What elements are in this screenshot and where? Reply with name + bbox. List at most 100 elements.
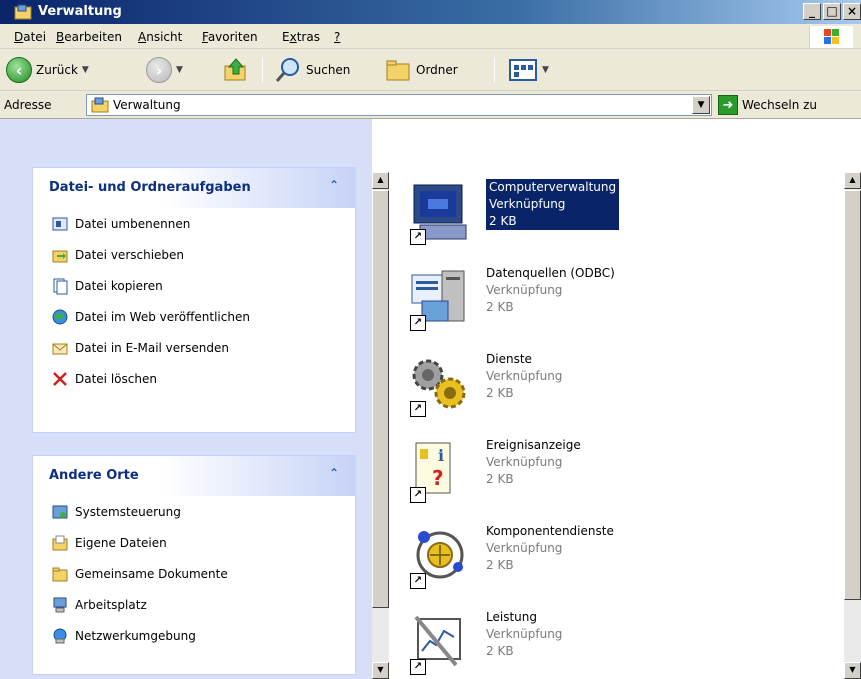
back-button[interactable]: ‹ Zurück ▼ xyxy=(6,55,89,85)
collapse-chevron-icon[interactable]: ⌃ xyxy=(329,178,339,192)
menu-ansicht[interactable]: Ansicht xyxy=(138,30,182,44)
chevron-down-icon[interactable]: ▼ xyxy=(82,65,89,75)
email-icon xyxy=(52,343,68,354)
task-copy[interactable]: Datei kopieren xyxy=(33,270,355,301)
address-value: Verwaltung xyxy=(113,98,181,112)
file-name: Komponentendienste xyxy=(486,524,614,538)
menu-extras[interactable]: Extras xyxy=(282,30,320,44)
move-icon xyxy=(52,250,68,262)
forward-button[interactable]: › ▼ xyxy=(146,55,183,85)
menu-bar: Datei Bearbeiten Ansicht Favoriten Extra… xyxy=(0,24,861,49)
minimize-button[interactable]: _ xyxy=(803,3,821,20)
other-places-panel: Andere Orte ⌃ Systemsteuerung Eigene Dat… xyxy=(32,455,356,675)
window-title: Verwaltung xyxy=(38,4,122,19)
file-size: 2 KB xyxy=(486,386,514,400)
panel-title: Datei- und Ordneraufgaben xyxy=(49,180,251,195)
scroll-down-button[interactable]: ▼ xyxy=(844,662,861,679)
file-type: Verknüpfung xyxy=(486,283,563,297)
shortcut-arrow-icon: ↗ xyxy=(410,401,426,417)
collapse-chevron-icon[interactable]: ⌃ xyxy=(329,466,339,480)
place-my-computer[interactable]: Arbeitsplatz xyxy=(33,589,355,620)
maximize-button[interactable]: □ xyxy=(823,3,841,20)
chevron-down-icon[interactable]: ▼ xyxy=(542,65,549,75)
address-input[interactable]: Verwaltung xyxy=(86,94,712,116)
place-control-panel[interactable]: Systemsteuerung xyxy=(33,496,355,527)
address-dropdown-button[interactable]: ▼ xyxy=(692,96,710,114)
file-folder-tasks-panel: Datei- und Ordneraufgaben ⌃ Datei umbene… xyxy=(32,167,356,433)
go-arrow-icon: ➜ xyxy=(718,95,738,115)
shortcut-arrow-icon: ↗ xyxy=(410,573,426,589)
place-my-documents[interactable]: Eigene Dateien xyxy=(33,527,355,558)
up-folder-button[interactable] xyxy=(222,55,250,85)
chevron-down-icon[interactable]: ▼ xyxy=(176,65,183,75)
scroll-up-button[interactable]: ▲ xyxy=(372,172,389,189)
control-panel-icon xyxy=(52,505,68,518)
menu-bearbeiten[interactable]: Bearbeiten xyxy=(56,30,122,44)
file-type: Verknüpfung xyxy=(486,369,563,383)
folders-button[interactable]: Ordner xyxy=(384,55,458,85)
title-bar: Verwaltung _ □ × xyxy=(0,0,861,24)
task-move[interactable]: Datei verschieben xyxy=(33,239,355,270)
file-item[interactable]: ↗ Komponentendienste Verknüpfung 2 KB xyxy=(406,523,686,603)
shortcut-arrow-icon: ↗ xyxy=(410,229,426,245)
delete-x-icon xyxy=(53,371,67,386)
taskpane-scrollbar[interactable]: ▲ ▼ xyxy=(372,172,389,679)
file-list: ↗ Computerverwaltung Verknüpfung 2 KB ↗ … xyxy=(390,119,844,679)
menu-favoriten[interactable]: Favoriten xyxy=(202,30,258,44)
panel-header[interactable]: Andere Orte ⌃ xyxy=(33,456,355,496)
toolbar-separator xyxy=(262,57,263,83)
rename-icon xyxy=(52,217,68,230)
scroll-down-button[interactable]: ▼ xyxy=(372,662,389,679)
back-label: Zurück xyxy=(36,63,78,77)
task-publish-web[interactable]: Datei im Web veröffentlichen xyxy=(33,301,355,332)
file-item[interactable]: i ? ↗ Ereignisanzeige Verknüpfung 2 KB xyxy=(406,437,686,517)
scroll-thumb[interactable] xyxy=(372,190,389,608)
file-type: Verknüpfung xyxy=(486,541,563,555)
folder-up-icon xyxy=(224,58,246,81)
file-size: 2 KB xyxy=(486,300,514,314)
views-button[interactable]: ▼ xyxy=(508,55,549,85)
file-name: Datenquellen (ODBC) xyxy=(486,266,615,280)
folders-icon xyxy=(386,60,410,81)
menu-datei[interactable]: Datei xyxy=(14,30,46,44)
scroll-up-button[interactable]: ▲ xyxy=(844,172,861,189)
search-icon xyxy=(275,58,299,82)
file-item[interactable]: ↗ Computerverwaltung Verknüpfung 2 KB xyxy=(406,179,686,259)
file-size: 2 KB xyxy=(486,644,514,658)
admin-tools-folder-icon xyxy=(14,4,32,20)
task-email[interactable]: Datei in E-Mail versenden xyxy=(33,332,355,363)
views-icon xyxy=(509,59,537,81)
address-label: Adresse xyxy=(4,98,52,112)
file-name: Ereignisanzeige xyxy=(486,438,581,452)
search-button[interactable]: Suchen xyxy=(274,55,350,85)
task-delete[interactable]: Datei löschen xyxy=(33,363,355,394)
go-button[interactable]: ➜ Wechseln zu xyxy=(718,95,817,115)
file-item[interactable]: ↗ Leistung Verknüpfung 2 KB xyxy=(406,609,686,679)
svg-text:?: ? xyxy=(432,466,444,490)
computer-icon xyxy=(53,597,67,612)
shortcut-arrow-icon: ↗ xyxy=(410,315,426,331)
close-button[interactable]: × xyxy=(843,3,861,20)
filelist-scrollbar[interactable]: ▲ ▼ xyxy=(844,172,861,679)
my-documents-icon xyxy=(52,535,68,550)
shortcut-arrow-icon: ↗ xyxy=(410,487,426,503)
search-label: Suchen xyxy=(306,63,351,77)
file-name: Computerverwaltung xyxy=(489,180,617,194)
address-bar: Adresse Verwaltung ▼ ➜ Wechseln zu xyxy=(0,91,861,119)
folders-label: Ordner xyxy=(416,63,458,77)
scroll-thumb[interactable] xyxy=(844,190,861,600)
file-item[interactable]: ↗ Datenquellen (ODBC) Verknüpfung 2 KB xyxy=(406,265,686,345)
place-shared-documents[interactable]: Gemeinsame Dokumente xyxy=(33,558,355,589)
file-type: Verknüpfung xyxy=(489,197,566,211)
windows-logo-icon xyxy=(809,26,853,48)
place-network[interactable]: Netzwerkumgebung xyxy=(33,620,355,651)
shared-folder-icon xyxy=(52,567,68,581)
file-type: Verknüpfung xyxy=(486,455,563,469)
menu-help[interactable]: ? xyxy=(334,30,340,44)
globe-icon xyxy=(52,309,68,324)
toolbar-separator xyxy=(494,57,495,83)
file-item[interactable]: ↗ Dienste Verknüpfung 2 KB xyxy=(406,351,686,431)
task-rename[interactable]: Datei umbenennen xyxy=(33,208,355,239)
forward-arrow-icon: › xyxy=(146,57,172,83)
panel-header[interactable]: Datei- und Ordneraufgaben ⌃ xyxy=(33,168,355,208)
